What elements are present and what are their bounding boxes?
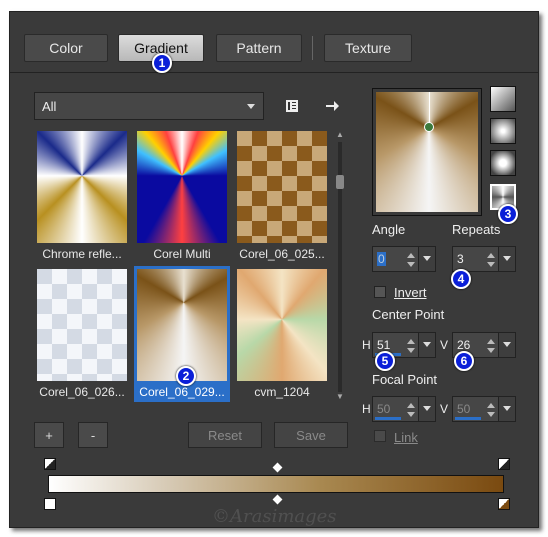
- center-point-label: Center Point: [372, 307, 445, 322]
- spin-down-icon[interactable]: [487, 412, 495, 417]
- top-midpoint-handle[interactable]: [272, 462, 283, 473]
- remove-button[interactable]: -: [78, 422, 108, 448]
- spin-down-icon[interactable]: [407, 412, 415, 417]
- rectangular-type-button[interactable]: [490, 118, 516, 144]
- thumbnail-scrollbar[interactable]: ▲ ▼: [335, 130, 345, 402]
- center-v-value[interactable]: 26: [457, 338, 470, 352]
- annotation-badge: 3: [498, 204, 518, 224]
- repeats-slider-dropdown[interactable]: [498, 247, 515, 271]
- annotation-badge: 2: [176, 366, 196, 386]
- focal-h-value[interactable]: 50: [377, 402, 390, 416]
- gradient-preview-image: [37, 131, 127, 243]
- invert-label: Invert: [394, 285, 427, 300]
- arrow-right-icon[interactable]: [322, 96, 342, 116]
- tab-texture[interactable]: Texture: [324, 34, 412, 62]
- annotation-badge: 1: [152, 53, 172, 73]
- tab-color[interactable]: Color: [24, 34, 108, 62]
- top-stop-left-handle[interactable]: [44, 458, 56, 470]
- library-dropdown[interactable]: All: [34, 92, 264, 120]
- angle-slider-dropdown[interactable]: [418, 247, 435, 271]
- gradient-editor-bar[interactable]: [48, 475, 504, 493]
- focal-point-label: Focal Point: [372, 372, 438, 387]
- annotation-badge: 4: [451, 269, 471, 289]
- spin-up-icon[interactable]: [487, 339, 495, 344]
- gradient-preview-image: [37, 269, 127, 381]
- focal-v-slider-dropdown[interactable]: [498, 397, 515, 421]
- spin-down-icon[interactable]: [407, 262, 415, 267]
- gradient-thumbnail-grid: Chrome refle... Corel Multi Corel_06_025…: [34, 128, 334, 406]
- thumbnail-caption: Corel_06_026...: [39, 385, 125, 399]
- focal-h-level-bar: [375, 417, 401, 420]
- center-h-slider-dropdown[interactable]: [418, 333, 435, 357]
- spin-up-icon[interactable]: [487, 253, 495, 258]
- library-dropdown-value: All: [42, 98, 57, 114]
- gradient-preview-image: [237, 131, 327, 243]
- thumbnail-caption: Corel_06_025...: [239, 247, 325, 261]
- angle-value[interactable]: 0: [377, 252, 386, 266]
- repeats-label: Repeats: [452, 222, 501, 237]
- link-checkbox[interactable]: [374, 430, 386, 442]
- tab-bar: Color Gradient Pattern Texture: [10, 12, 538, 73]
- spin-down-icon[interactable]: [407, 348, 415, 353]
- angle-spinbox[interactable]: 0: [372, 246, 436, 272]
- spin-down-icon[interactable]: [487, 262, 495, 267]
- linear-type-button[interactable]: [490, 86, 516, 112]
- focal-h-label: H: [362, 402, 371, 416]
- bottom-midpoint-handle[interactable]: [272, 494, 283, 505]
- thumbnail-caption: cvm_1204: [254, 385, 310, 399]
- focal-v-value[interactable]: 50: [457, 402, 470, 416]
- invert-checkbox[interactable]: [374, 286, 386, 298]
- tab-pattern[interactable]: Pattern: [216, 34, 302, 62]
- gradient-thumbnail[interactable]: Corel_06_025...: [234, 128, 330, 264]
- gradient-preview-image: [376, 92, 478, 212]
- thumbnail-caption: Chrome refle...: [42, 247, 122, 261]
- focal-v-label: V: [440, 402, 449, 416]
- spin-up-icon[interactable]: [407, 403, 415, 408]
- thumbnail-caption: Corel_06_029...: [139, 385, 225, 399]
- gradient-thumbnail[interactable]: Chrome refle...: [34, 128, 130, 264]
- reset-button[interactable]: Reset: [188, 422, 262, 448]
- gradient-preview-image: [137, 131, 227, 243]
- repeats-value[interactable]: 3: [457, 252, 464, 266]
- save-button[interactable]: Save: [274, 422, 348, 448]
- top-stop-right-handle[interactable]: [498, 458, 510, 470]
- gradient-thumbnail[interactable]: cvm_1204: [234, 266, 330, 402]
- gradient-thumbnail[interactable]: Corel_06_026...: [34, 266, 130, 402]
- gradient-thumbnail[interactable]: Corel Multi: [134, 128, 230, 264]
- gradient-preview-image: [137, 269, 227, 381]
- tab-separator: [312, 36, 313, 60]
- center-v-slider-dropdown[interactable]: [498, 333, 515, 357]
- annotation-badge: 5: [375, 351, 395, 371]
- add-button[interactable]: +: [34, 422, 64, 448]
- thumbnail-caption: Corel Multi: [153, 247, 211, 261]
- gradient-preview[interactable]: [372, 88, 482, 216]
- color-stop-right-handle[interactable]: [498, 498, 510, 510]
- spin-down-icon[interactable]: [487, 348, 495, 353]
- focal-v-level-bar: [455, 417, 481, 420]
- scroll-up-icon[interactable]: ▲: [336, 130, 344, 139]
- link-label: Link: [394, 430, 418, 445]
- center-h-value[interactable]: 51: [377, 338, 390, 352]
- focal-h-spinbox[interactable]: 50: [372, 396, 436, 422]
- center-h-label: H: [362, 338, 371, 352]
- radial-type-button[interactable]: [490, 150, 516, 176]
- spin-up-icon[interactable]: [487, 403, 495, 408]
- gradient-preview-image: [237, 269, 327, 381]
- chevron-down-icon: [247, 104, 255, 109]
- watermark: ©Arasimages: [212, 506, 337, 527]
- center-point-handle[interactable]: [424, 122, 434, 132]
- annotation-badge: 6: [454, 351, 474, 371]
- focal-h-slider-dropdown[interactable]: [418, 397, 435, 421]
- angle-label: Angle: [372, 222, 406, 237]
- scroll-down-icon[interactable]: ▼: [336, 392, 344, 401]
- spin-up-icon[interactable]: [407, 253, 415, 258]
- scroll-thumb[interactable]: [336, 175, 344, 189]
- focal-v-spinbox[interactable]: 50: [452, 396, 516, 422]
- color-stop-left-handle[interactable]: [44, 498, 56, 510]
- spin-up-icon[interactable]: [407, 339, 415, 344]
- book-icon[interactable]: [282, 96, 302, 116]
- center-v-label: V: [440, 338, 449, 352]
